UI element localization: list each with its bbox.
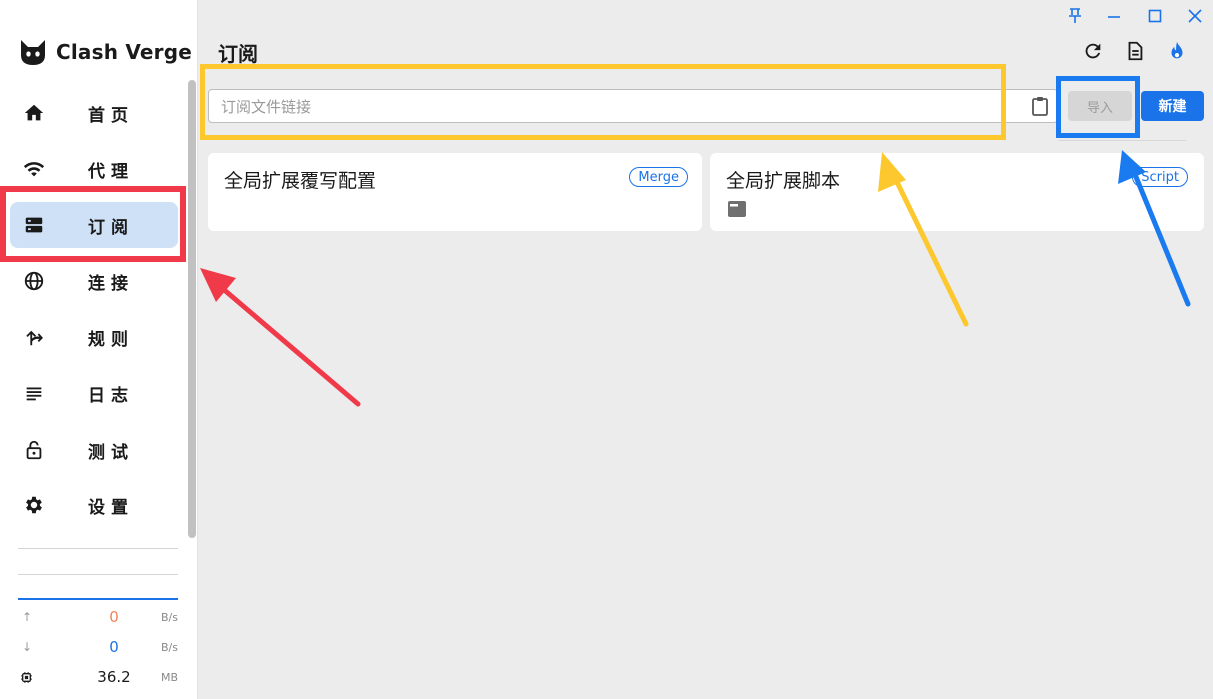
type-badge: Script (1132, 167, 1188, 187)
file-icon[interactable] (728, 201, 746, 217)
sidebar-item-home[interactable]: 首页 (10, 90, 178, 136)
pin-icon (1069, 8, 1081, 23)
app-name: Clash Verge (56, 40, 193, 64)
minimize-button[interactable] (1105, 7, 1123, 25)
sidebar-item-connections[interactable]: 连接 (10, 258, 178, 304)
home-icon (24, 104, 44, 121)
arrow-down-icon: ↓ (22, 640, 33, 654)
upload-value: 0 (109, 608, 119, 626)
download-unit: B/s (161, 641, 178, 654)
profile-card-merge[interactable]: 全局扩展覆写配置 Merge (208, 153, 702, 231)
upload-unit: B/s (161, 611, 178, 624)
sidebar-item-label: 连接 (88, 273, 134, 294)
traffic-graph-line (18, 598, 178, 600)
fork-arrow-icon (26, 330, 43, 346)
sidebar-item-test[interactable]: 测试 (10, 427, 178, 473)
pin-button[interactable] (1066, 7, 1084, 25)
sidebar-item-label: 设置 (88, 497, 134, 518)
subscription-url-input[interactable] (219, 94, 1023, 120)
sidebar-item-label: 规则 (88, 329, 134, 350)
close-icon (1188, 9, 1202, 23)
sidebar-item-label: 测试 (88, 442, 134, 463)
flame-icon[interactable] (1166, 40, 1188, 62)
import-button[interactable]: 导入 (1068, 91, 1132, 121)
download-speed: ↓ 0 B/s (18, 638, 178, 660)
profile-card-script[interactable]: 全局扩展脚本 Script (710, 153, 1204, 231)
cat-logo-icon (21, 40, 45, 65)
sidebar-item-label: 首页 (88, 105, 134, 126)
lines-icon (26, 387, 42, 401)
clipboard-icon[interactable] (1031, 96, 1049, 116)
sidebar-item-label: 代理 (88, 161, 134, 182)
close-button[interactable] (1186, 7, 1204, 25)
sidebar-item-logs[interactable]: 日志 (10, 370, 178, 416)
sidebar-item-settings[interactable]: 设置 (10, 482, 178, 528)
sidebar-item-rules[interactable]: 规则 (10, 314, 178, 360)
maximize-button[interactable] (1146, 7, 1164, 25)
upload-speed: ↑ 0 B/s (18, 608, 178, 630)
globe-icon (24, 271, 44, 291)
memory-unit: MB (160, 671, 178, 684)
minimize-icon (1108, 16, 1120, 18)
sidebar-item-subscription[interactable]: 订阅 (10, 202, 178, 248)
arrow-up-icon: ↑ (22, 610, 33, 624)
app-logo: Clash Verge (18, 37, 192, 67)
refresh-icon[interactable] (1082, 40, 1104, 62)
download-value: 0 (109, 638, 119, 656)
sidebar: Clash Verge 首页 代理 订阅 连接 规则 日志 测试 设置 ↑ 0 … (0, 0, 198, 699)
wifi-icon (23, 162, 45, 177)
card-title: 全局扩展覆写配置 (224, 170, 377, 192)
subscription-url-box (208, 89, 1058, 123)
sidebar-item-label: 日志 (88, 385, 134, 406)
annotation-red-arrow (200, 268, 361, 407)
new-button[interactable]: 新建 (1141, 91, 1204, 121)
sidebar-divider (18, 548, 178, 549)
lock-icon (26, 440, 42, 460)
chip-icon (21, 672, 32, 683)
gear-icon (26, 496, 42, 514)
card-title: 全局扩展脚本 (726, 170, 841, 192)
maximize-icon (1148, 9, 1162, 23)
storage-icon (25, 217, 43, 233)
sidebar-item-proxy[interactable]: 代理 (10, 146, 178, 192)
sidebar-item-label: 订阅 (88, 217, 134, 238)
type-badge: Merge (629, 167, 688, 187)
memory-usage: 36.2 MB (18, 668, 178, 690)
document-icon[interactable] (1124, 40, 1146, 62)
divider (1058, 140, 1186, 141)
sidebar-divider (18, 574, 178, 575)
memory-value: 36.2 (97, 668, 131, 686)
sidebar-scrollbar[interactable] (188, 80, 196, 538)
page-title: 订阅 (218, 42, 258, 66)
